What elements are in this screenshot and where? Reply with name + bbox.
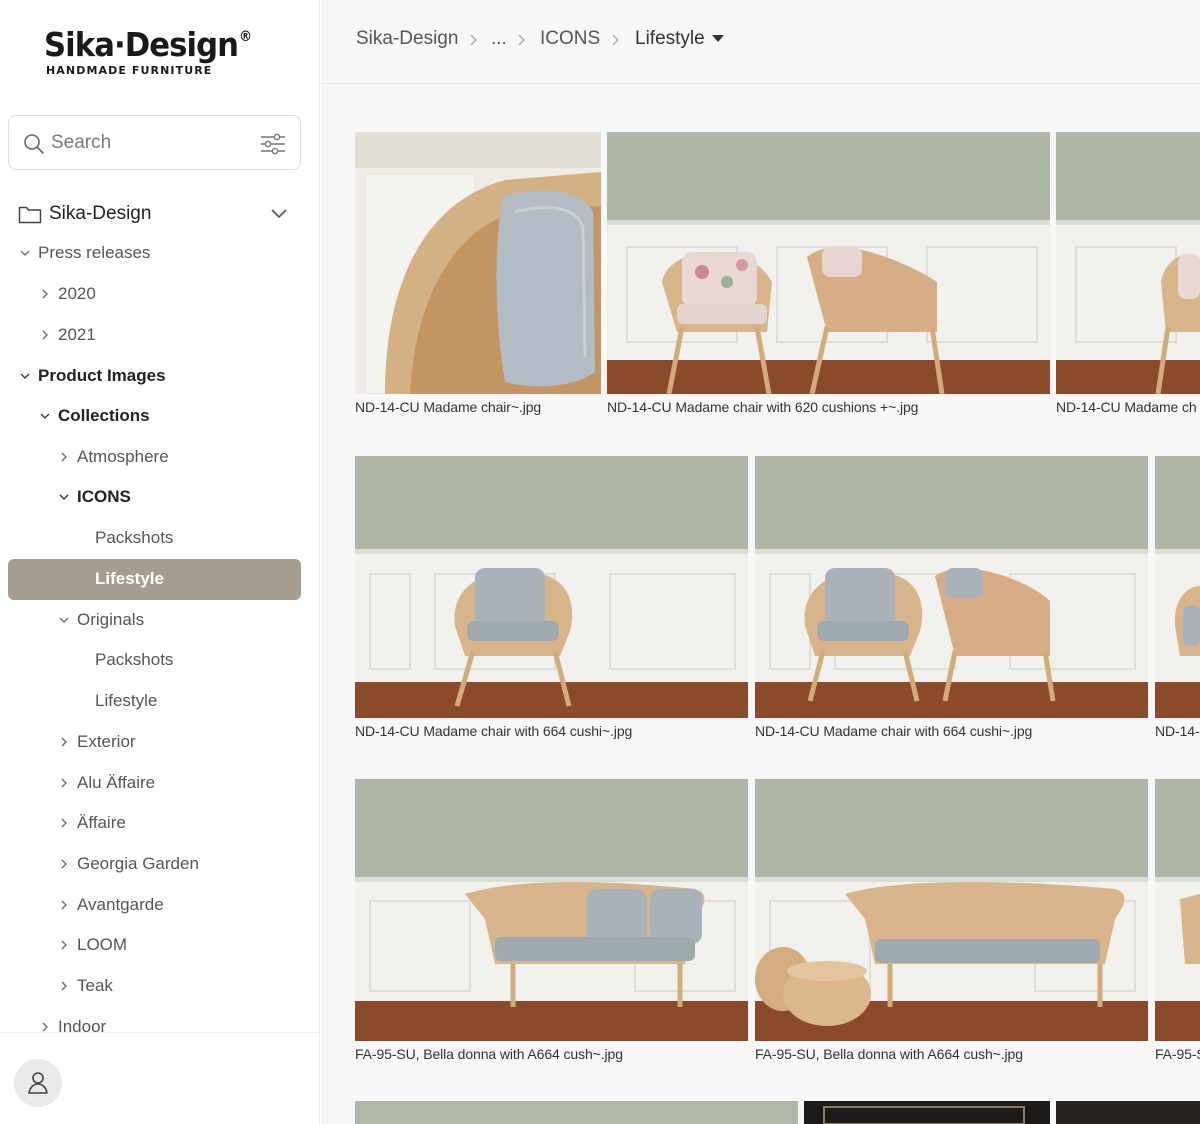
chevron-right-icon [61,452,67,462]
gallery-tile[interactable]: ND-14-CU Madame chair~.jpg [355,132,601,422]
tree-item-collections[interactable]: Collections [38,401,150,431]
sidebar: Sika·Design® HANDMADE FURNITURE Sika-Des… [0,0,320,1124]
main-content: Sika-Design ... ICONS Lifestyle ND-14-CU… [321,0,1200,1124]
tree-item-loom[interactable]: LOOM [57,930,127,960]
gallery-tile[interactable]: ND-14-CU Madame chair with 664 cushi~.jp… [355,456,748,746]
chevron-down-icon [59,494,69,500]
gallery-tile[interactable] [804,1101,1050,1124]
chevron-right-icon [61,940,67,950]
thumbnail-caption: ND-14-CU Madame ch [1056,399,1197,415]
chevron-down-icon [20,373,30,379]
filter-sliders-icon[interactable] [260,133,286,155]
chevron-down-icon [20,250,30,256]
thumbnail-image [755,779,1148,1041]
tree-item-icons[interactable]: ICONS [57,482,131,512]
tree-item-originals[interactable]: Originals [57,605,144,635]
chevron-down-icon[interactable] [270,206,288,220]
tree-item-icons-packshots[interactable]: Packshots [95,523,173,553]
tree-item-exterior[interactable]: Exterior [57,727,136,757]
caret-down-icon[interactable] [712,35,724,43]
chevron-down-icon [59,617,69,623]
thumbnail-caption: ND-14-CU Madame chair with 664 cushi~.jp… [355,723,633,739]
chevron-right-icon [61,737,67,747]
thumbnail-image [607,132,1050,394]
tree-item-icons-lifestyle[interactable]: Lifestyle [95,564,164,594]
thumbnail-image [1155,456,1200,718]
user-avatar-button[interactable] [14,1059,62,1107]
chevron-right-icon [61,818,67,828]
chevron-down-icon [40,413,50,419]
folder-icon [18,206,42,224]
chevron-right-icon [61,981,67,991]
gallery-tile[interactable]: ND-14-CU Madame chair with 664 cushi~.jp… [755,456,1148,746]
registered-mark: ® [239,29,252,45]
thumbnail-image [804,1101,1050,1124]
gallery-tile[interactable]: FA-95-SU, Bella donna with A664 cush~.jp… [355,779,748,1069]
thumbnail-image [755,456,1148,718]
gallery-tile[interactable] [355,1101,798,1124]
chevron-right-icon [470,34,477,46]
chevron-right-icon [612,34,619,46]
thumbnail-image [355,132,601,394]
tree-root[interactable]: Sika-Design [18,196,300,232]
tree-item-affaire[interactable]: Äffaire [57,808,126,838]
breadcrumb-icons[interactable]: ICONS [540,28,600,50]
gallery-tile[interactable]: ND-14- [1155,456,1200,746]
gallery-tile[interactable]: ND-14-CU Madame chair with 620 cushions … [607,132,1050,422]
user-icon [28,1072,48,1094]
search-box [8,115,301,170]
brand-tagline: HANDMADE FURNITURE [46,64,213,77]
chevron-right-icon [518,34,525,46]
gallery-tile[interactable]: ND-14-CU Madame ch [1056,132,1200,422]
tree-item-atmosphere[interactable]: Atmosphere [57,442,169,472]
thumbnail-image [1155,779,1200,1041]
search-input[interactable] [51,128,251,158]
breadcrumb-current[interactable]: Lifestyle [635,28,705,50]
thumbnail-image [355,1101,798,1124]
tree-item-georgia-garden[interactable]: Georgia Garden [57,849,199,879]
thumbnail-caption: ND-14-CU Madame chair with 664 cushi~.jp… [755,723,1033,739]
gallery-tile[interactable]: FA-95-S [1155,779,1200,1069]
chevron-right-icon [42,289,48,299]
breadcrumb-root[interactable]: Sika-Design [356,28,458,50]
tree-item-originals-lifestyle[interactable]: Lifestyle [95,686,157,716]
thumbnail-caption: ND-14-CU Madame chair with 620 cushions … [607,399,919,415]
tree-root-label: Sika-Design [49,203,152,224]
brand-logo[interactable]: Sika·Design® HANDMADE FURNITURE [44,28,268,88]
breadcrumb: Sika-Design ... ICONS Lifestyle [321,0,1200,84]
thumbnail-caption: ND-14- [1155,723,1200,739]
breadcrumb-ellipsis[interactable]: ... [491,28,507,50]
tree-item-teak[interactable]: Teak [57,971,113,1001]
thumbnail-image [355,456,748,718]
tree-item-originals-packshots[interactable]: Packshots [95,645,173,675]
chevron-right-icon [42,330,48,340]
chevron-right-icon [61,778,67,788]
chevron-right-icon [61,900,67,910]
chevron-right-icon [61,859,67,869]
tree-item-2021[interactable]: 2021 [38,320,96,350]
tree-item-alu-affaire[interactable]: Alu Äffaire [57,768,155,798]
thumbnail-caption: FA-95-SU, Bella donna with A664 cush~.jp… [355,1046,623,1062]
gallery-tile[interactable] [1056,1101,1200,1124]
tree-item-2020[interactable]: 2020 [38,279,96,309]
thumbnail-image [1056,132,1200,394]
thumbnail-caption: FA-95-SU, Bella donna with A664 cush~.jp… [755,1046,1023,1062]
tree-item-press-releases[interactable]: Press releases [18,238,150,268]
search-icon [24,134,44,154]
thumbnail-image [355,779,748,1041]
thumbnail-caption: ND-14-CU Madame chair~.jpg [355,399,542,415]
tree-item-product-images[interactable]: Product Images [18,361,166,391]
tree-item-avantgarde[interactable]: Avantgarde [57,890,164,920]
brand-name: Sika·Design [44,25,239,64]
thumbnail-image [1056,1101,1200,1124]
thumbnail-caption: FA-95-S [1155,1046,1200,1062]
user-bar [0,1032,319,1124]
gallery-tile[interactable]: FA-95-SU, Bella donna with A664 cush~.jp… [755,779,1148,1069]
